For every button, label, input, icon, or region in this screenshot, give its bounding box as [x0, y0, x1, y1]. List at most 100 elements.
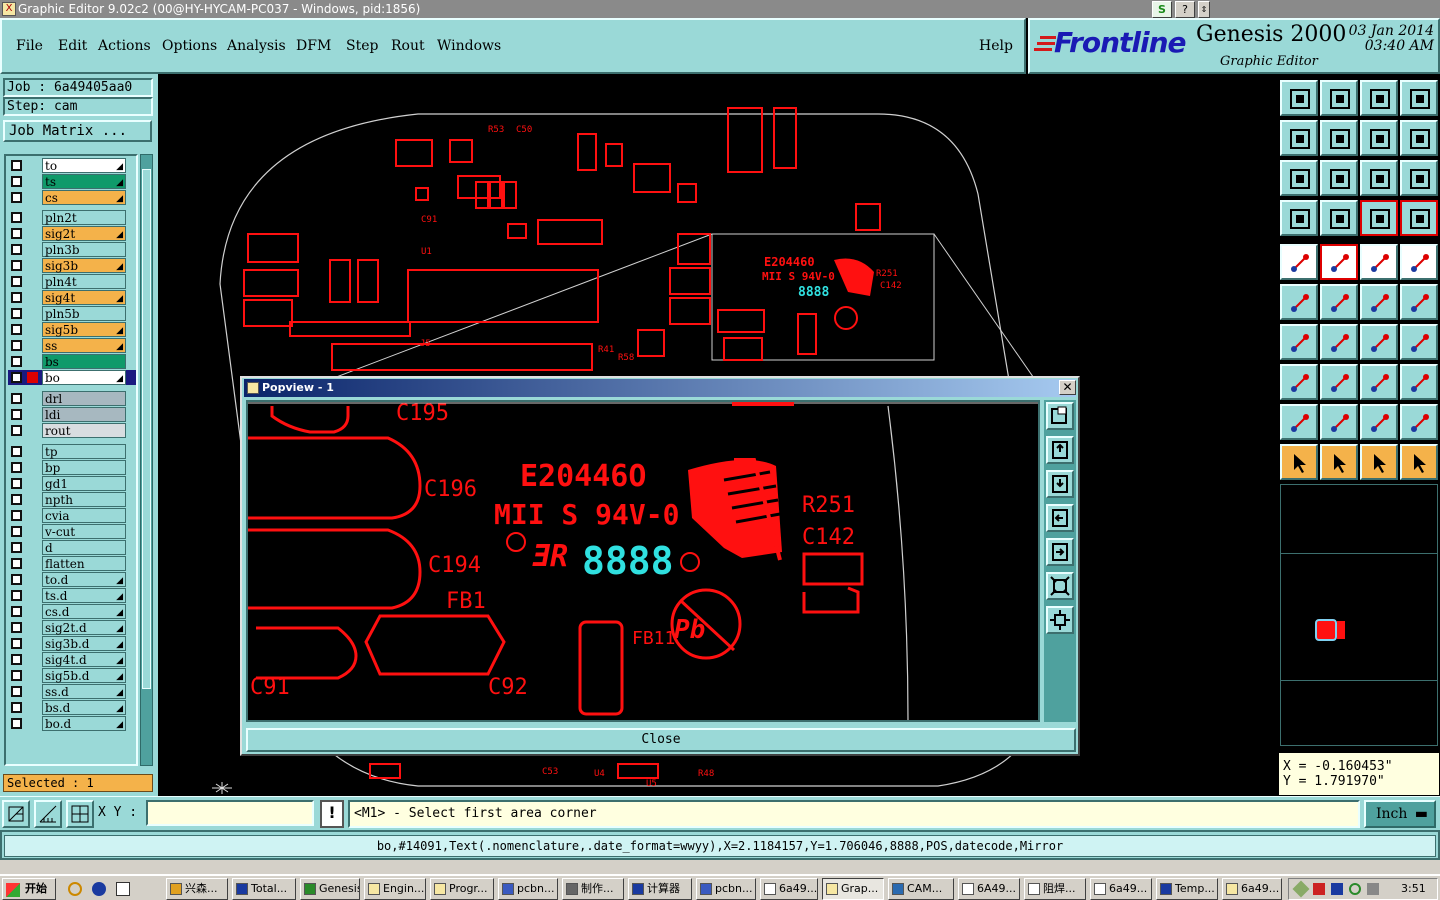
menu-step[interactable]: Step [346, 38, 378, 54]
layer-row[interactable]: ts ◢ [8, 174, 136, 189]
layer-name[interactable]: ts ◢ [42, 174, 126, 189]
snap-point-icon[interactable] [1280, 364, 1318, 400]
popview-pan-right-icon[interactable] [1046, 538, 1074, 566]
taskbar-item[interactable]: pcbn... [498, 878, 558, 900]
menu-actions[interactable]: Actions [98, 38, 151, 54]
layer-row[interactable]: d [8, 540, 136, 555]
menu-rout[interactable]: Rout [391, 38, 425, 54]
measure-icon[interactable] [34, 800, 62, 828]
layer-checkbox[interactable] [11, 244, 22, 255]
layer-name[interactable]: tp [42, 444, 126, 459]
layer-name[interactable]: bs [42, 354, 126, 369]
layer-compare-icon[interactable] [1400, 200, 1438, 236]
help-query-icon[interactable] [1400, 160, 1438, 196]
menu-file[interactable]: File [16, 38, 43, 54]
measure-icon[interactable] [1360, 244, 1398, 280]
layer-checkbox[interactable] [11, 638, 22, 649]
taskbar-item[interactable]: Genesis [300, 878, 360, 900]
select-arrow-box-icon[interactable] [1360, 444, 1398, 480]
layer-checkbox[interactable] [11, 478, 22, 489]
exclamation-icon[interactable]: ! [320, 800, 344, 828]
tray-icon[interactable] [1367, 883, 1379, 895]
layer-name[interactable]: pln3b [42, 242, 126, 257]
layer-row[interactable]: bo.d ◢ [8, 716, 136, 731]
layer-row[interactable]: bo ◢ [8, 370, 136, 385]
work-layer-icon[interactable] [27, 372, 38, 383]
popview-canvas[interactable]: E20446O MII S 94V-0 ƎR 8888 Pb C195 C196… [246, 400, 1040, 722]
s-icon[interactable]: S [1152, 1, 1172, 18]
tray-icon[interactable] [1313, 883, 1325, 895]
start-button[interactable]: 开始 [2, 878, 56, 900]
popview-pan-left-icon[interactable] [1046, 504, 1074, 532]
layer-row[interactable]: cs.d ◢ [8, 604, 136, 619]
taskbar-item[interactable]: Engin... [364, 878, 426, 900]
layer-row[interactable]: pln4t [8, 274, 136, 289]
xy-input[interactable] [146, 800, 314, 826]
menu-help[interactable]: Help [979, 38, 1013, 54]
layer-name[interactable]: sig4t ◢ [42, 290, 126, 305]
popview-title-bar[interactable]: Popview - 1 ✕ [244, 379, 1076, 397]
layer-checkbox[interactable] [11, 292, 22, 303]
layer-row[interactable]: sig5b ◢ [8, 322, 136, 337]
taskbar-item[interactable]: 6A49... [958, 878, 1020, 900]
layer-row[interactable]: gd1 [8, 476, 136, 491]
ie-icon[interactable] [92, 882, 106, 896]
layer-checkbox[interactable] [11, 686, 22, 697]
layer-checkbox[interactable] [11, 558, 22, 569]
dot-icon[interactable] [1400, 244, 1438, 280]
layer-row[interactable]: sig4t ◢ [8, 290, 136, 305]
layer-checkbox[interactable] [11, 654, 22, 665]
taskbar-item[interactable]: pcbn... [696, 878, 756, 900]
clock[interactable]: 3:51 [1401, 879, 1426, 899]
layer-row[interactable]: npth [8, 492, 136, 507]
select-arrow-icon[interactable] [1280, 444, 1318, 480]
layer-name[interactable]: rout [42, 423, 126, 438]
layer-checkbox[interactable] [11, 356, 22, 367]
slash-icon[interactable] [1320, 324, 1358, 360]
layer-row[interactable]: ss.d ◢ [8, 684, 136, 699]
layer-highlight-icon[interactable] [1360, 200, 1398, 236]
layer-row[interactable]: flatten [8, 556, 136, 571]
popview-zoom-fit-icon[interactable] [1046, 606, 1074, 634]
window-split-icon[interactable] [1400, 80, 1438, 116]
layer-name[interactable]: sig5b ◢ [42, 322, 126, 337]
layer-name[interactable]: bs.d ◢ [42, 700, 126, 715]
layer-row[interactable]: pln2t [8, 210, 136, 225]
layer-checkbox[interactable] [11, 276, 22, 287]
layer-checkbox[interactable] [11, 372, 22, 383]
menu-options[interactable]: Options [162, 38, 217, 54]
layer-name[interactable]: cs.d ◢ [42, 604, 126, 619]
layer-checkbox[interactable] [11, 260, 22, 271]
layer-row[interactable]: sig5b.d ◢ [8, 668, 136, 683]
a-frame-icon[interactable] [1360, 404, 1398, 440]
connect-icon[interactable] [1280, 284, 1318, 320]
move-left-icon[interactable] [1280, 120, 1318, 156]
layer-name[interactable]: ldi [42, 407, 126, 422]
grid-snap-icon[interactable] [66, 800, 94, 828]
layer-row[interactable]: bs.d ◢ [8, 700, 136, 715]
menu-edit[interactable]: Edit [58, 38, 87, 54]
layer-name[interactable]: sig3b ◢ [42, 258, 126, 273]
layer-name[interactable]: sig4t.d ◢ [42, 652, 126, 667]
layer-checkbox[interactable] [11, 228, 22, 239]
layer-name[interactable]: sig5b.d ◢ [42, 668, 126, 683]
taskbar-item[interactable]: Grap... [822, 878, 884, 900]
layer-checkbox[interactable] [11, 308, 22, 319]
layer-name[interactable]: d [42, 540, 126, 555]
pad-icon[interactable] [1280, 244, 1318, 280]
taskbar-item[interactable]: 阻焊... [1024, 878, 1086, 900]
layer-name[interactable]: flatten [42, 556, 126, 571]
layer-checkbox[interactable] [11, 192, 22, 203]
taskbar-item[interactable]: 6a49... [1090, 878, 1152, 900]
open-icon[interactable] [1280, 80, 1318, 116]
layer-row[interactable]: sig2t.d ◢ [8, 620, 136, 635]
layer-name[interactable]: v-cut [42, 524, 126, 539]
menu-dfm[interactable]: DFM [296, 38, 331, 54]
taskbar-item[interactable]: CAM... [888, 878, 954, 900]
layer-row[interactable]: cvia [8, 508, 136, 523]
layer-checkbox[interactable] [11, 340, 22, 351]
layer-row[interactable]: ts.d ◢ [8, 588, 136, 603]
layer-checkbox[interactable] [11, 160, 22, 171]
layer-row[interactable]: drl [8, 391, 136, 406]
popview-pan-down-icon[interactable] [1046, 470, 1074, 498]
